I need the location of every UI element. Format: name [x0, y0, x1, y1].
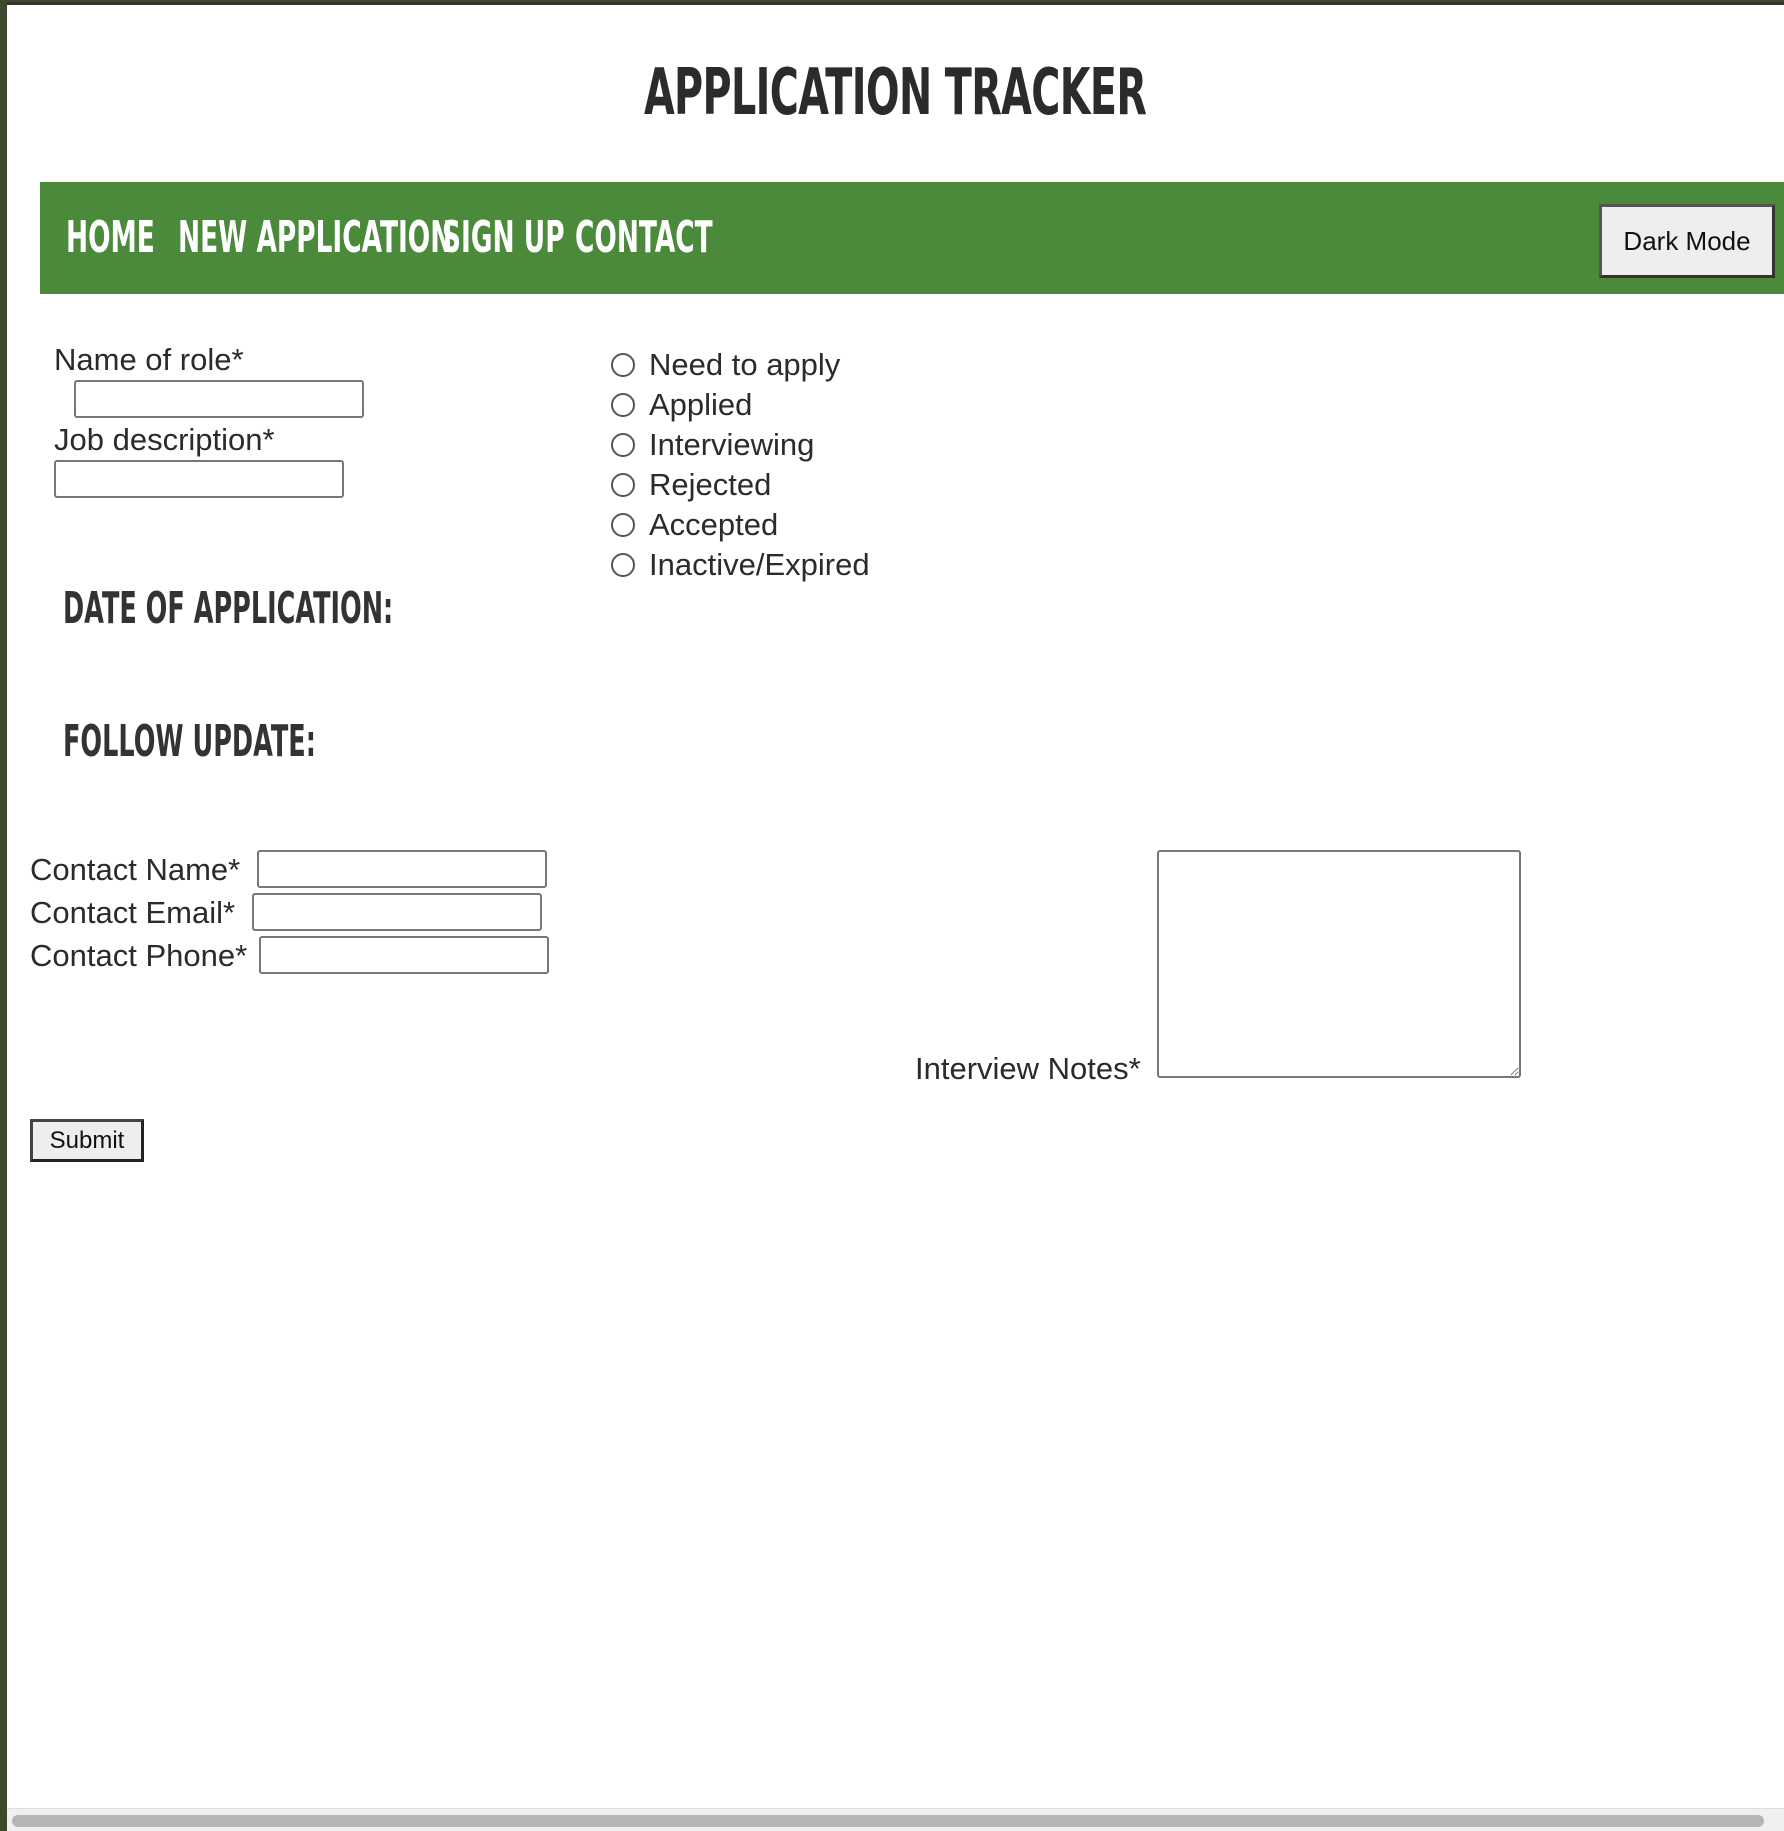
contact-email-input[interactable] [252, 893, 542, 931]
radio-label: Inactive/Expired [649, 547, 870, 582]
follow-update-heading: Follow Update: [63, 716, 316, 767]
contact-name-label: Contact Name* [30, 852, 241, 887]
nav-item-contact[interactable]: Contact [575, 210, 713, 266]
status-option-rejected[interactable]: Rejected [611, 467, 771, 503]
horizontal-scrollbar[interactable] [7, 1808, 1784, 1831]
browser-window: Application Tracker Home New Application… [7, 2, 1784, 1831]
contact-phone-label: Contact Phone* [30, 938, 248, 973]
role-label: Name of role* [54, 342, 244, 377]
radio-button[interactable] [611, 433, 635, 457]
status-option-applied[interactable]: Applied [611, 387, 752, 423]
radio-button[interactable] [611, 513, 635, 537]
radio-label: Rejected [649, 467, 772, 502]
description-label: Job description* [54, 422, 275, 457]
role-input[interactable] [74, 380, 364, 418]
radio-button[interactable] [611, 353, 635, 377]
description-input[interactable] [54, 460, 344, 498]
nav-item-new-application[interactable]: New Application [178, 210, 452, 266]
status-option-interviewing[interactable]: Interviewing [611, 427, 814, 463]
radio-button[interactable] [611, 473, 635, 497]
radio-label: Applied [649, 387, 753, 422]
radio-button[interactable] [611, 553, 635, 577]
status-option-need-to-apply[interactable]: Need to apply [611, 347, 840, 383]
nav-item-home[interactable]: Home [66, 210, 155, 266]
date-of-application-heading: Date of Application: [63, 583, 394, 634]
interview-notes-label: Interview Notes* [915, 1051, 1141, 1086]
radio-button[interactable] [611, 393, 635, 417]
contact-email-label: Contact Email* [30, 895, 236, 930]
radio-label: Need to apply [649, 347, 841, 382]
contact-name-input[interactable] [257, 850, 547, 888]
dark-mode-button[interactable]: Dark Mode [1599, 204, 1775, 278]
page-header: Application Tracker [7, 53, 1784, 133]
radio-label: Accepted [649, 507, 779, 542]
submit-button[interactable]: Submit [30, 1119, 144, 1162]
nav-bar: Home New Application Sign Up Contact Dar… [40, 182, 1784, 294]
status-option-accepted[interactable]: Accepted [611, 507, 778, 543]
radio-label: Interviewing [649, 427, 815, 462]
contact-phone-input[interactable] [259, 936, 549, 974]
nav-item-sign-up[interactable]: Sign Up [442, 210, 565, 266]
interview-notes-textarea[interactable] [1157, 850, 1521, 1078]
scrollbar-thumb[interactable] [12, 1815, 1764, 1827]
status-option-inactive-expired[interactable]: Inactive/Expired [611, 547, 870, 583]
page-title: Application Tracker [644, 56, 1147, 130]
